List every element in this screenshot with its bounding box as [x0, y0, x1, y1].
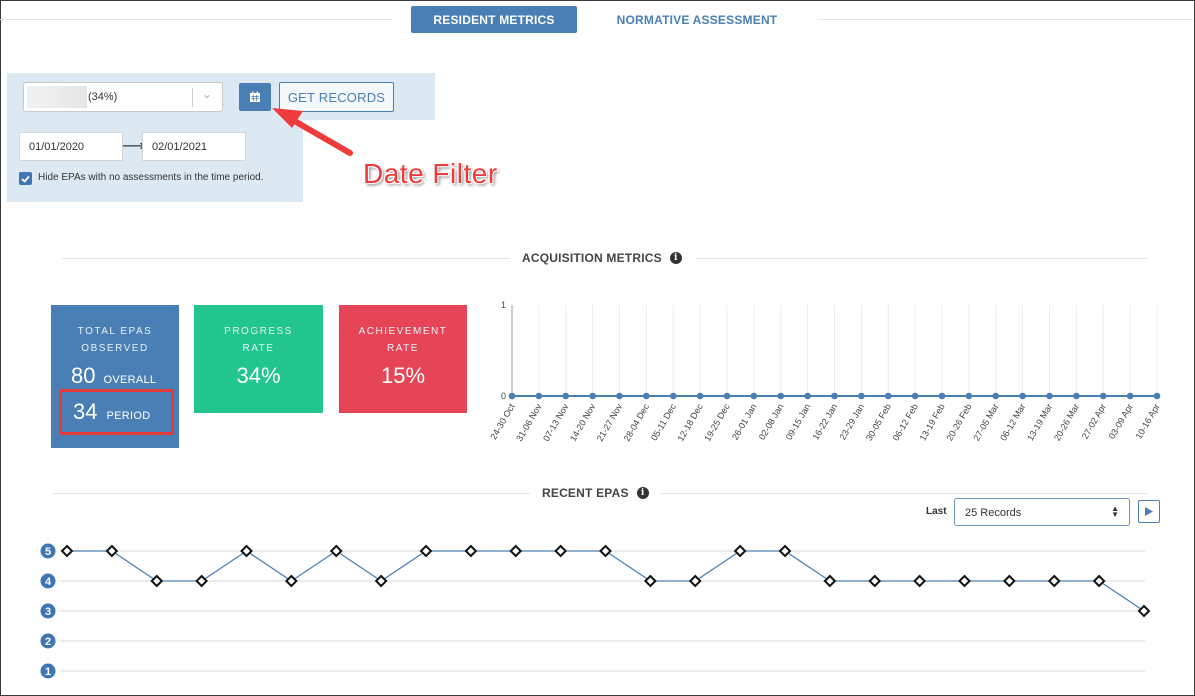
- y-tick-label: 3: [45, 606, 51, 618]
- y-tick-label: 4: [45, 576, 52, 588]
- data-point: [284, 574, 298, 588]
- recent-epas-chart: 1 2 3 4 5: [40, 543, 1151, 679]
- data-point: [329, 544, 343, 558]
- data-point: [1137, 604, 1151, 618]
- data-point: [643, 574, 657, 588]
- data-point: [105, 544, 119, 558]
- data-point: [688, 574, 702, 588]
- data-point: [419, 544, 433, 558]
- data-point: [464, 544, 478, 558]
- data-point: [958, 574, 971, 588]
- data-point: [1047, 574, 1061, 588]
- data-point: [823, 574, 837, 588]
- data-point: [554, 544, 568, 558]
- y-tick-label: 5: [45, 546, 51, 558]
- data-point: [195, 574, 209, 588]
- data-point: [733, 544, 747, 558]
- data-point: [240, 544, 253, 558]
- data-point: [913, 574, 927, 588]
- data-point: [509, 544, 523, 558]
- data-point: [599, 544, 612, 558]
- data-point: [778, 544, 792, 558]
- y-tick-label: 2: [45, 636, 51, 648]
- data-point: [868, 574, 882, 588]
- data-point: [150, 574, 164, 588]
- data-point: [1002, 574, 1016, 588]
- data-point: [60, 544, 74, 558]
- data-point: [374, 574, 388, 588]
- y-tick-label: 1: [45, 666, 51, 678]
- data-point: [1092, 574, 1106, 588]
